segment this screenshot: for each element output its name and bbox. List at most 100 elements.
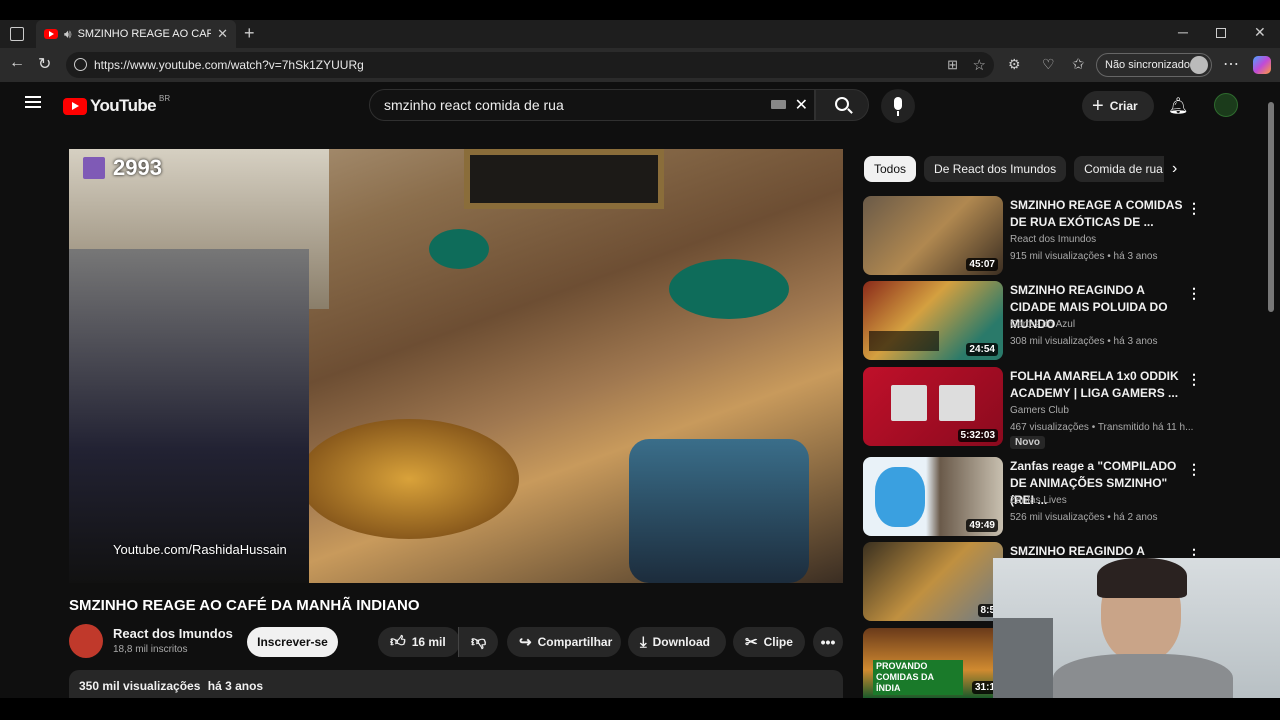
plus-icon: + <box>1092 95 1104 117</box>
recommendation-meta: 915 mil visualizações • há 3 anos <box>1010 251 1158 262</box>
video-thumbnail[interactable]: PROVANDO COMIDAS DA ÍNDIA 31:1 <box>863 628 1003 698</box>
youtube-favicon-icon <box>44 29 58 39</box>
share-label: Compartilhar <box>537 635 613 649</box>
share-icon: ↪ <box>519 634 532 651</box>
upload-age: há 3 anos <box>207 679 264 693</box>
video-title: SMZINHO REAGE AO CAFÉ DA MANHÃ INDIANO <box>69 597 420 614</box>
recommendation-meta: 526 mil visualizações • há 2 anos <box>1010 512 1158 523</box>
notifications-bell-icon[interactable]: 🔔︎ <box>1168 96 1188 116</box>
refresh-icon[interactable]: ↻ <box>38 54 51 74</box>
scissors-icon: ✂ <box>745 634 758 651</box>
back-icon[interactable]: ← <box>9 54 25 72</box>
screen-top-border <box>0 0 1280 20</box>
duration-badge: 49:49 <box>966 519 998 532</box>
kebab-menu-icon[interactable]: ⋮ <box>1187 285 1201 302</box>
more-horizontal-icon: ••• <box>820 634 836 650</box>
subscribe-button[interactable]: Inscrever-se <box>247 627 338 657</box>
app-available-icon[interactable]: ⊞ <box>947 57 958 73</box>
restore-icon[interactable] <box>1216 28 1226 38</box>
chip-topic[interactable]: Comida de rua <box>1074 156 1164 182</box>
profile-label: Não sincronizado <box>1105 59 1190 71</box>
page-scrollbar[interactable] <box>1268 102 1274 312</box>
description-box[interactable]: 350 mil visualizações há 3 anos <box>69 670 843 698</box>
like-button[interactable]: 👍︎ 16 mil <box>378 627 460 657</box>
list-item[interactable]: 24:54 SMZINHO REAGINDO A CIDADE MAIS POL… <box>863 281 1263 361</box>
subscribe-label: Inscrever-se <box>257 635 328 649</box>
search-query: smzinho react comida de rua <box>384 97 564 113</box>
recommendation-channel: Zanfas Lives <box>1010 495 1067 506</box>
more-options-icon[interactable]: ⋯ <box>1223 54 1239 74</box>
thumbnail-text: PROVANDO COMIDAS DA ÍNDIA <box>873 660 963 695</box>
duration-badge: 5:32:03 <box>957 429 998 442</box>
list-item[interactable]: 49:49 Zanfas reage a "COMPILADO DE ANIMA… <box>863 457 1263 537</box>
clear-search-icon[interactable]: ✕ <box>795 95 808 115</box>
url-text: https://www.youtube.com/watch?v=7hSk1ZYU… <box>94 58 364 72</box>
more-actions-button[interactable]: ••• <box>813 627 843 657</box>
duration-badge: 45:07 <box>966 258 998 271</box>
recommendation-channel: Gamers Club <box>1010 405 1069 416</box>
tab-actions-icon[interactable] <box>10 27 24 41</box>
list-item[interactable]: 45:07 SMZINHO REAGE A COMIDAS DE RUA EXÓ… <box>863 196 1263 276</box>
site-info-icon[interactable] <box>74 58 87 71</box>
download-label: Download <box>652 635 710 649</box>
youtube-page: YouTube BR smzinho react comida de rua ✕… <box>0 82 1280 698</box>
new-tab-icon[interactable]: + <box>244 23 255 44</box>
create-button[interactable]: + Criar <box>1082 91 1154 121</box>
copilot-icon[interactable] <box>1253 56 1271 74</box>
video-thumbnail[interactable]: 5:32:03 <box>863 367 1003 446</box>
browser-toolbar: ← ↻ https://www.youtube.com/watch?v=7hSk… <box>0 48 1280 82</box>
search-button[interactable] <box>815 89 869 121</box>
extensions-icon[interactable]: ⚙ <box>1008 56 1021 73</box>
view-count: 350 mil visualizações <box>79 679 201 693</box>
chip-all[interactable]: Todos <box>864 156 917 182</box>
filter-chips: Todos De React dos Imundos Comida de rua <box>864 156 1164 182</box>
youtube-logo-icon <box>63 97 87 115</box>
keyboard-icon[interactable] <box>771 100 786 109</box>
twitch-icon <box>83 157 105 179</box>
chips-next-icon[interactable]: › <box>1172 160 1177 178</box>
kebab-menu-icon[interactable]: ⋮ <box>1187 461 1201 478</box>
video-thumbnail[interactable]: 49:49 <box>863 457 1003 536</box>
video-watermark: Youtube.com/RashidaHussain <box>113 542 287 557</box>
favorite-star-icon[interactable]: ☆ <box>973 56 986 74</box>
close-window-icon[interactable]: ✕ <box>1254 24 1266 41</box>
profile-button[interactable]: Não sincronizado <box>1096 53 1212 77</box>
create-label: Criar <box>1109 99 1138 113</box>
recommendation-channel: React dos Imundos <box>1010 234 1097 245</box>
browser-essentials-icon[interactable]: ♡ <box>1042 56 1055 73</box>
microphone-icon <box>894 97 902 110</box>
kebab-menu-icon[interactable]: ⋮ <box>1187 200 1201 217</box>
download-button[interactable]: ⤓ Download <box>628 627 726 657</box>
overlay-counter: 2993 <box>113 155 162 180</box>
favorites-icon[interactable]: ✩ <box>1072 55 1085 73</box>
channel-name[interactable]: React dos Imundos <box>113 626 233 641</box>
dislike-button[interactable]: 👎︎ <box>458 627 498 657</box>
search-input[interactable]: smzinho react comida de rua ✕ <box>369 89 815 121</box>
list-item[interactable]: 5:32:03 FOLHA AMARELA 1x0 ODDIK ACADEMY … <box>863 367 1263 449</box>
close-tab-icon[interactable]: ✕ <box>217 26 228 42</box>
address-bar[interactable]: https://www.youtube.com/watch?v=7hSk1ZYU… <box>66 52 994 78</box>
chip-channel[interactable]: De React dos Imundos <box>924 156 1067 182</box>
subscriber-count: 18,8 mil inscritos <box>113 644 188 655</box>
browser-titlebar: 🔊︎ SMZINHO REAGE AO CAFÉ D ✕ + ─ ✕ <box>0 20 1280 48</box>
browser-tab[interactable]: 🔊︎ SMZINHO REAGE AO CAFÉ D ✕ <box>36 20 236 48</box>
video-thumbnail[interactable]: 8:5 <box>863 542 1003 621</box>
share-button[interactable]: ↪ Compartilhar <box>507 627 621 657</box>
kebab-menu-icon[interactable]: ⋮ <box>1187 371 1201 388</box>
speaker-icon[interactable]: 🔊︎ <box>64 27 72 42</box>
channel-avatar[interactable] <box>69 624 103 658</box>
clip-button[interactable]: ✂ Clipe <box>733 627 805 657</box>
clip-label: Clipe <box>763 635 793 649</box>
minimize-icon[interactable]: ─ <box>1178 24 1188 40</box>
account-avatar[interactable] <box>1214 93 1238 117</box>
voice-search-button[interactable] <box>881 89 915 123</box>
youtube-logo[interactable]: YouTube BR <box>63 94 170 116</box>
stream-overlay-badge: 2993 <box>83 155 162 181</box>
duration-badge: 24:54 <box>966 343 998 356</box>
thumbnail-caption <box>869 331 939 351</box>
video-player[interactable]: 2993 Youtube.com/RashidaHussain <box>69 149 843 583</box>
video-thumbnail[interactable]: 24:54 <box>863 281 1003 360</box>
new-badge: Novo <box>1010 436 1045 449</box>
menu-icon[interactable] <box>25 96 41 108</box>
video-thumbnail[interactable]: 45:07 <box>863 196 1003 275</box>
